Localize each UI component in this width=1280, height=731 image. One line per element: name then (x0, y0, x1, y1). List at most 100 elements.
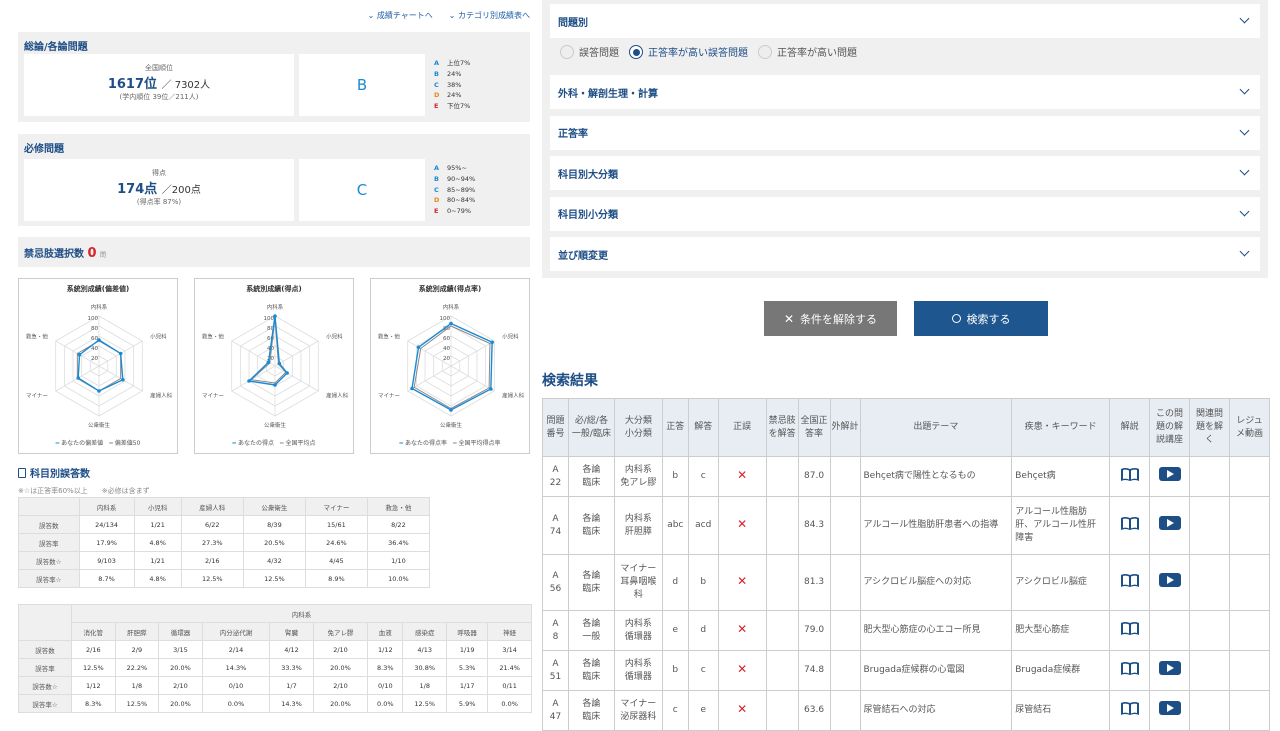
theme-cell: アシクロビル脳症への対応 (859, 554, 1013, 611)
resume-cell[interactable] (1228, 650, 1271, 691)
resume-cell[interactable] (1228, 496, 1271, 555)
radio-circle[interactable] (629, 44, 643, 59)
explanation-cell[interactable] (1109, 456, 1151, 497)
radar-axis-label: 産婦人科 (502, 392, 525, 400)
table-cell: 4/45 (304, 551, 368, 570)
correct-answer: c (661, 690, 689, 731)
filter-row[interactable]: 科目別大分類 (550, 156, 1260, 190)
filter-row[interactable]: 科目別小分類 (550, 196, 1260, 231)
grade-letter: C (434, 80, 439, 89)
lecture-cell[interactable] (1149, 650, 1191, 691)
radar-axis-label: 内科系 (443, 303, 460, 311)
results-row[interactable]: A 22 各論 臨床 内科系 免アレ膠 b c ✕ 87.0 Behçet病で陽性となるもの Behç… (542, 456, 1271, 497)
play-video-icon[interactable] (1158, 467, 1181, 481)
clear-button[interactable]: ✕ 条件を解除する (764, 301, 897, 336)
search-button-label: 検索する (966, 312, 1011, 326)
related-cell[interactable] (1189, 554, 1230, 611)
grade-range: 85~89% (447, 185, 476, 194)
radar-tick-label: 40 (443, 346, 450, 352)
radar-spoke (450, 365, 495, 392)
radar-point (97, 389, 101, 393)
explanation-cell[interactable] (1109, 650, 1151, 691)
radar-axis-label: 内科系 (267, 303, 284, 311)
play-video-icon[interactable] (1158, 516, 1181, 530)
theme-cell: 肥大型心筋症の心エコー所見 (859, 610, 1013, 651)
kamoku-note: ※☆は正答率60%以上 ※必修は含まず (18, 487, 150, 495)
filter-mondai[interactable]: 問題別 (550, 4, 1260, 38)
lecture-cell[interactable] (1149, 610, 1191, 651)
play-video-icon[interactable] (1158, 701, 1181, 715)
sougou-title: 総論/各論問題 (24, 42, 88, 53)
grade-letter: A (434, 164, 440, 172)
search-button[interactable]: 検索する (914, 301, 1048, 336)
radio-circle[interactable] (758, 44, 772, 59)
book-icon[interactable] (1120, 661, 1140, 676)
table-cell: 24/134 (78, 515, 135, 534)
explanation-cell[interactable] (1109, 690, 1151, 731)
filter-row[interactable]: 正答率 (550, 115, 1260, 150)
results-row[interactable]: A 74 各論 臨床 内科系 肝胆膵 abc acd ✕ 84.3 アルコール性脂肪肝患者への指導ア… (542, 496, 1271, 555)
filter-label: 外科・解剖生理・計算 (558, 88, 658, 100)
resume-cell[interactable] (1228, 690, 1271, 731)
explanation-cell[interactable] (1109, 610, 1151, 651)
table-cell: 4.8% (133, 533, 182, 552)
radar-chart-deviation: 系統別成績(偏差値) 内科系 小児科 産婦人科 公衆衛生 マイナー 救急・他 100 80 60… (18, 278, 178, 454)
explanation-cell[interactable] (1109, 496, 1151, 555)
book-icon[interactable] (1120, 516, 1140, 531)
table-header-cell: 内科系 (78, 497, 135, 516)
rank-box: 全国順位 1617位 ／ 7302人 (学内順位 39位／211人) (24, 54, 294, 116)
radio-option[interactable]: 正答率が高い誤答問題 (629, 44, 748, 59)
radar-point (277, 361, 282, 366)
results-row[interactable]: A 8 各論 一般 内科系 循環器 e d ✕ 79.0 肥大型心筋症の心エコー所見 肥大型心筋症 (542, 610, 1271, 651)
radar-tick-label: 60 (267, 336, 274, 342)
lecture-cell[interactable] (1149, 456, 1191, 497)
category-link[interactable]: ⌄ カテゴリ別成績表へ (449, 10, 530, 21)
book-icon[interactable] (1120, 467, 1140, 482)
my-answer: acd (687, 496, 719, 555)
lecture-cell[interactable] (1149, 690, 1191, 731)
results-row[interactable]: A 56 各論 臨床 マイナー 耳鼻咽喉科 d b ✕ 81.3 アシクロビル脳症への対応 アシクロビ… (542, 554, 1271, 611)
lecture-cell[interactable] (1149, 496, 1191, 555)
related-cell[interactable] (1189, 650, 1230, 691)
radio-option[interactable]: 誤答問題 (560, 44, 619, 59)
radar-legend: ━ あなたの偏差値 ━ 偏差値50 (55, 440, 141, 447)
related-cell[interactable] (1189, 610, 1230, 651)
play-video-icon[interactable] (1158, 573, 1181, 587)
play-video-icon[interactable] (1158, 661, 1181, 675)
book-icon[interactable] (1120, 573, 1140, 588)
explanation-cell[interactable] (1109, 554, 1151, 611)
related-cell[interactable] (1189, 690, 1230, 731)
table-cell: 20.0% (312, 658, 369, 677)
related-cell[interactable] (1189, 496, 1230, 555)
table-row: 誤答数 24/134 1/21 6/22 8/39 15/61 8/22 (18, 515, 431, 534)
chart-link[interactable]: ⌄ 成績チャートへ (368, 10, 433, 21)
national-rate: 84.3 (797, 496, 831, 555)
filter-row[interactable]: 並び順変更 (550, 237, 1260, 271)
book-icon[interactable] (1120, 621, 1140, 636)
radar-axis-label: 公衆衛生 (264, 421, 287, 429)
kinshi-value: 0 (87, 246, 97, 261)
related-cell[interactable] (1189, 456, 1230, 497)
radar-point (121, 377, 125, 382)
resume-cell[interactable] (1228, 456, 1271, 497)
filter-panel: 問題別 誤答問題 正答率が高い誤答問題 正答率が高い問題 外科・解剖生理・計算正答率… (542, 0, 1268, 278)
lecture-cell[interactable] (1149, 554, 1191, 611)
radio-option[interactable]: 正答率が高い問題 (758, 44, 857, 59)
table-cell: 9/103 (78, 551, 135, 570)
filter-row[interactable]: 外科・解剖生理・計算 (550, 75, 1260, 109)
keyword-cell: Brugada症候群 (1011, 650, 1111, 691)
question-number: A 74 (542, 496, 569, 555)
results-header-cell: 全国正 答率 (797, 398, 831, 457)
book-icon[interactable] (1120, 701, 1140, 716)
radar-spoke (407, 340, 452, 367)
results-row[interactable]: A 51 各論 臨床 内科系 循環器 b c ✕ 74.8 Brugada症候群の心電図 Brugad… (542, 650, 1271, 691)
resume-cell[interactable] (1228, 610, 1271, 651)
results-table: 問題 番号 必/総/各 一般/臨床 大分類 小分類 正答 解答 正誤 禁忌肢 を解答 全国正 答率 外解計… (542, 398, 1271, 731)
radio-circle[interactable] (560, 44, 574, 59)
results-row[interactable]: A 47 各論 臨床 マイナー 泌尿器科 c e ✕ 63.6 尿管結石への対応 尿管結石 (542, 690, 1271, 731)
table-header-cell: 消化管 (71, 622, 116, 641)
radar-legend: ━ あなたの得点率 ━ 全国平均得点率 (399, 440, 501, 447)
table-cell: 33.3% (269, 658, 314, 677)
question-number: A8 (542, 610, 569, 651)
resume-cell[interactable] (1228, 554, 1271, 611)
